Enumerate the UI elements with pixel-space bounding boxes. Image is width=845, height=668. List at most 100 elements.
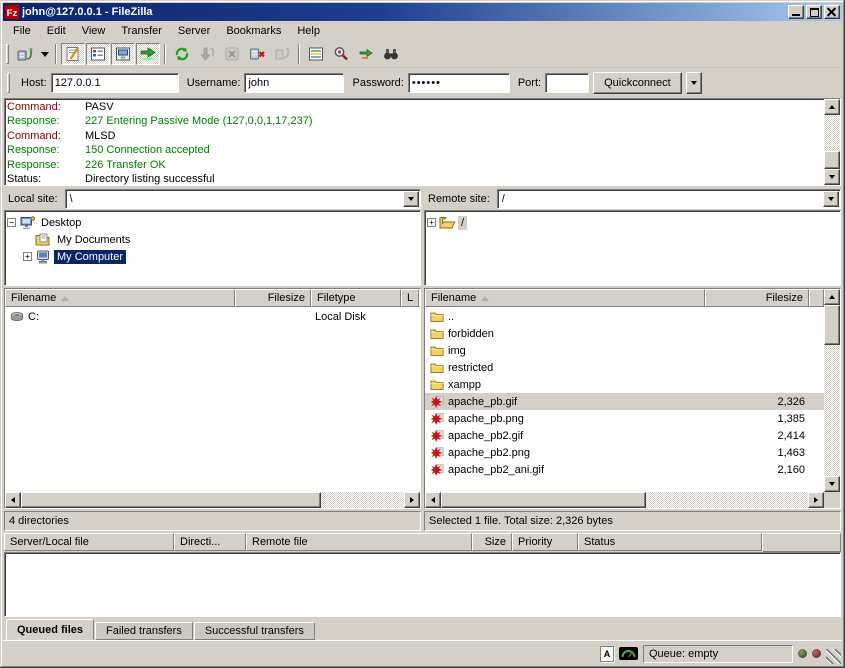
scroll-right-button[interactable] bbox=[808, 492, 824, 508]
cancel-operation-button bbox=[220, 43, 244, 65]
log-text: Directory listing successful bbox=[85, 172, 215, 185]
minimize-button[interactable] bbox=[788, 5, 804, 19]
file-row[interactable]: apache_pb.png1,385 bbox=[425, 410, 824, 427]
tree-item[interactable]: My Documents bbox=[7, 231, 418, 248]
column-header-filename[interactable]: Filename bbox=[5, 289, 235, 307]
sync-browsing-button[interactable] bbox=[354, 43, 378, 65]
quickconnect-dropdown[interactable] bbox=[686, 72, 702, 94]
filter-button[interactable] bbox=[304, 43, 328, 65]
expand-icon[interactable]: + bbox=[427, 218, 436, 227]
local-directory-tree: −DesktopMy Documents+My Computer bbox=[4, 210, 421, 286]
column-header-server-local-file[interactable]: Server/Local file bbox=[4, 533, 174, 551]
column-header-directi-[interactable]: Directi... bbox=[174, 533, 246, 551]
disconnect-button[interactable] bbox=[245, 43, 269, 65]
menu-item-file[interactable]: File bbox=[5, 22, 39, 40]
toggle-remote-tree-button[interactable] bbox=[111, 43, 135, 65]
column-header-filename[interactable]: Filename bbox=[425, 289, 705, 307]
file-row[interactable]: forbidden bbox=[425, 325, 824, 342]
column-header-filetype[interactable]: Filetype bbox=[311, 289, 401, 307]
remote-site-combobox[interactable]: / bbox=[497, 189, 841, 209]
menu-item-edit[interactable]: Edit bbox=[39, 22, 74, 40]
file-row[interactable]: restricted bbox=[425, 359, 824, 376]
scroll-down-button[interactable] bbox=[824, 169, 840, 185]
local-site-combobox[interactable]: \ bbox=[65, 189, 421, 209]
column-header-filesize[interactable]: Filesize bbox=[705, 289, 809, 307]
scroll-down-button[interactable] bbox=[824, 476, 840, 492]
resize-grip[interactable] bbox=[826, 649, 841, 664]
scroll-thumb[interactable] bbox=[824, 151, 840, 169]
scroll-right-button[interactable] bbox=[404, 492, 420, 508]
quickconnect-button[interactable]: Quickconnect bbox=[593, 72, 682, 94]
menu-item-view[interactable]: View bbox=[74, 22, 114, 40]
scroll-track[interactable] bbox=[824, 305, 840, 476]
column-header-label: Filename bbox=[11, 292, 56, 304]
scroll-thumb[interactable] bbox=[441, 492, 646, 508]
toggle-message-log-button[interactable] bbox=[61, 43, 85, 65]
scroll-left-button[interactable] bbox=[425, 492, 441, 508]
activity-led-green bbox=[798, 649, 807, 658]
host-input[interactable] bbox=[51, 73, 179, 93]
file-row[interactable]: apache_pb2_ani.gif2,160 bbox=[425, 461, 824, 478]
scroll-track[interactable] bbox=[321, 492, 404, 508]
file-row[interactable]: img bbox=[425, 342, 824, 359]
sort-ascending-icon bbox=[481, 296, 489, 301]
scroll-thumb[interactable] bbox=[21, 492, 321, 508]
toolbar-separator bbox=[55, 44, 57, 64]
site-manager-dropdown[interactable] bbox=[38, 43, 51, 65]
column-header-priority[interactable]: Priority bbox=[512, 533, 578, 551]
scroll-track[interactable] bbox=[824, 115, 840, 169]
site-manager-button[interactable] bbox=[13, 43, 37, 65]
speed-limit-icon bbox=[619, 647, 638, 660]
file-row[interactable]: .. bbox=[425, 308, 824, 325]
expand-icon[interactable]: + bbox=[23, 252, 32, 261]
scroll-up-button[interactable] bbox=[824, 289, 840, 305]
maximize-button[interactable] bbox=[806, 5, 822, 19]
log-label: Status: bbox=[7, 172, 85, 185]
toggle-local-tree-button[interactable] bbox=[86, 43, 110, 65]
filename-text: restricted bbox=[448, 362, 493, 374]
password-input[interactable] bbox=[408, 73, 510, 93]
remote-site-dropdown[interactable] bbox=[823, 191, 839, 207]
menu-item-transfer[interactable]: Transfer bbox=[113, 22, 170, 40]
remote-vscrollbar bbox=[824, 289, 840, 508]
arrow-down-icon bbox=[829, 482, 835, 486]
tree-item[interactable]: +/ bbox=[427, 214, 838, 231]
log-label: Response: bbox=[7, 114, 85, 128]
menu-item-bookmarks[interactable]: Bookmarks bbox=[218, 22, 289, 40]
filesize-cell-text: 2,414 bbox=[777, 430, 805, 442]
remote-directory-tree: +/ bbox=[424, 210, 841, 286]
column-header-size[interactable]: Size bbox=[472, 533, 512, 551]
local-site-dropdown[interactable] bbox=[403, 191, 419, 207]
tab-failed-transfers[interactable]: Failed transfers bbox=[95, 622, 193, 640]
collapse-icon[interactable]: − bbox=[7, 218, 16, 227]
column-header-filesize[interactable]: Filesize bbox=[235, 289, 311, 307]
menu-item-help[interactable]: Help bbox=[289, 22, 328, 40]
scroll-thumb[interactable] bbox=[824, 305, 840, 345]
menu-item-server[interactable]: Server bbox=[170, 22, 218, 40]
compare-directories-button[interactable] bbox=[329, 43, 353, 65]
activity-led-red bbox=[812, 649, 821, 658]
username-input[interactable] bbox=[244, 73, 344, 93]
toggle-queue-button[interactable] bbox=[136, 43, 160, 65]
file-row[interactable]: apache_pb2.png1,463 bbox=[425, 444, 824, 461]
refresh-button[interactable] bbox=[170, 43, 194, 65]
port-input[interactable] bbox=[545, 73, 589, 93]
queue-header: Server/Local fileDirecti...Remote fileSi… bbox=[4, 533, 841, 552]
tree-item[interactable]: −Desktop bbox=[7, 214, 418, 231]
tab-queued-files[interactable]: Queued files bbox=[6, 619, 94, 640]
close-button[interactable] bbox=[824, 5, 840, 19]
tree-item[interactable]: +My Computer bbox=[7, 248, 418, 265]
file-row[interactable]: C:Local Disk bbox=[5, 308, 420, 325]
file-row[interactable]: apache_pb2.gif2,414 bbox=[425, 427, 824, 444]
file-row[interactable]: xampp bbox=[425, 376, 824, 393]
column-header-status[interactable]: Status bbox=[578, 533, 762, 551]
file-row[interactable]: apache_pb.gif2,326 bbox=[425, 393, 824, 410]
scroll-up-button[interactable] bbox=[824, 99, 840, 115]
scroll-left-button[interactable] bbox=[5, 492, 21, 508]
column-header-l[interactable]: L bbox=[401, 289, 419, 307]
scroll-track[interactable] bbox=[646, 492, 808, 508]
sync-browsing-icon bbox=[358, 46, 374, 62]
column-header-remote-file[interactable]: Remote file bbox=[246, 533, 472, 551]
find-files-button[interactable] bbox=[379, 43, 403, 65]
tab-successful-transfers[interactable]: Successful transfers bbox=[194, 622, 315, 640]
